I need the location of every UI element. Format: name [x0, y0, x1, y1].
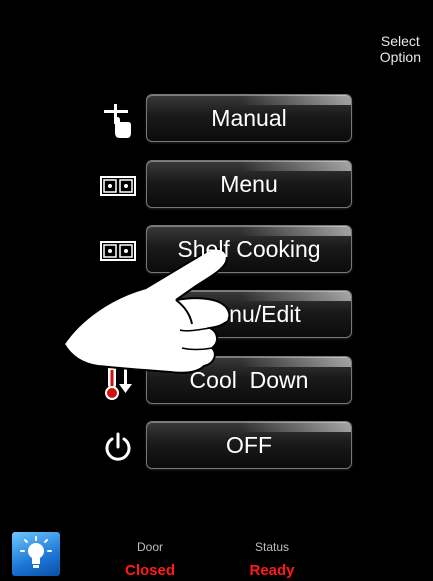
manual-button-label: Manual [211, 104, 287, 131]
light-bulb-icon [20, 536, 52, 568]
status-label: Status [254, 540, 290, 554]
status-bar: Door Closed Status Ready [0, 520, 433, 581]
shelf-cooking-button[interactable]: Shelf Cooking [146, 225, 352, 273]
status-value: Ready [249, 562, 295, 579]
door-value: Closed [124, 562, 175, 579]
select-option-line2: Option [379, 49, 421, 65]
oven-status: Status Ready [232, 540, 312, 579]
cool-down-button[interactable]: Cool Down [146, 356, 352, 404]
off-button[interactable]: OFF [146, 421, 352, 469]
menu-grid-icon [92, 160, 144, 212]
cool-down-button-label: Cool Down [189, 366, 309, 393]
select-option-line1: Select [380, 33, 420, 49]
menu-edit-button[interactable]: Menu/Edit [146, 290, 352, 338]
manual-button[interactable]: Manual [146, 94, 352, 142]
thermometer-down-icon [92, 356, 144, 408]
door-label: Door [136, 540, 163, 554]
menu-row-manual: Manual [0, 94, 433, 146]
menu-row-off: OFF [0, 421, 433, 473]
menu-row-menu-edit: Menu/Edit [0, 290, 433, 342]
menu-row-shelf-cooking: Shelf Cooking [0, 225, 433, 277]
menu-row-menu: Menu [0, 160, 433, 212]
power-icon [92, 421, 144, 473]
menu-row-cool-down: Cool Down [0, 356, 433, 408]
select-option-hint: Select Option [380, 33, 421, 65]
menu-edit-button-label: Menu/Edit [197, 300, 301, 327]
door-status: Door Closed [110, 540, 190, 579]
manual-touch-icon [92, 94, 144, 146]
off-button-label: OFF [226, 431, 272, 458]
menu-button-label: Menu [220, 170, 278, 197]
edit-icon [92, 290, 144, 342]
oven-control-screen: Select Option Manual Menu Shelf Cooking … [0, 0, 433, 581]
light-button[interactable] [12, 532, 60, 576]
shelf-cooking-button-label: Shelf Cooking [177, 235, 321, 262]
menu-button[interactable]: Menu [146, 160, 352, 208]
shelf-grid-icon [92, 225, 144, 277]
